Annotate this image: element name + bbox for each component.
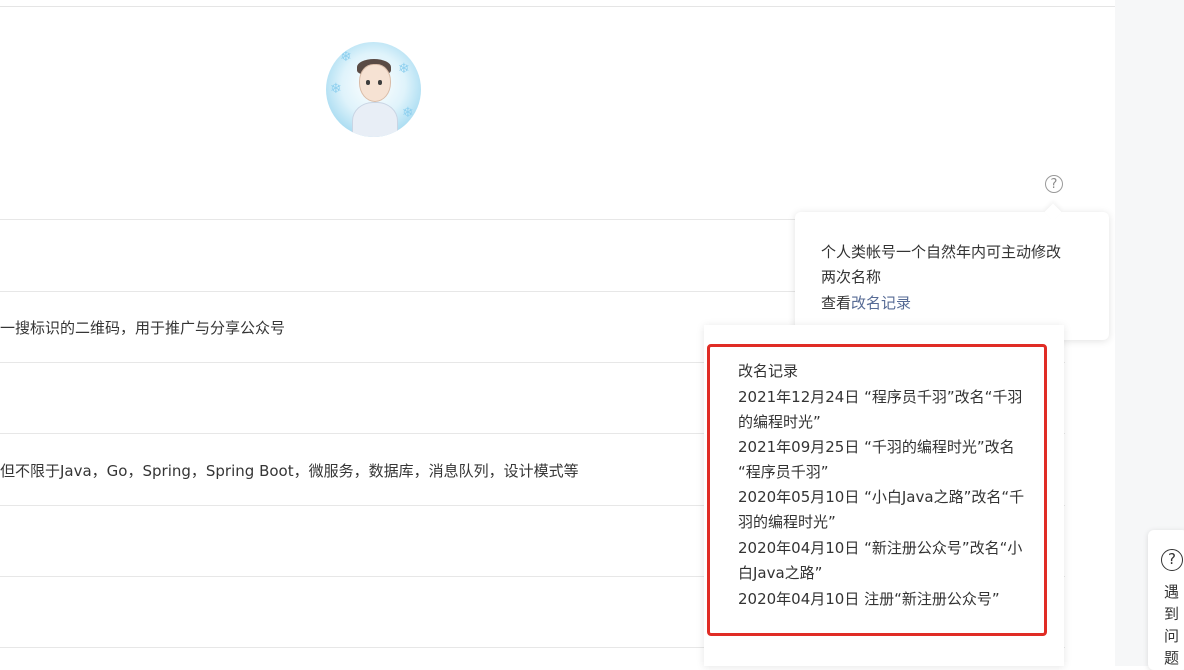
name-rule-line2: 两次名称: [821, 268, 882, 286]
snowflake-icon: ❄: [330, 81, 342, 97]
name-change-tooltip: 个人类帐号一个自然年内可主动修改 两次名称 查看改名记录: [795, 203, 1109, 340]
history-line: 2021年12月24日 “程序员千羽”改名“千羽: [738, 388, 1023, 406]
name-rule-line1: 个人类帐号一个自然年内可主动修改: [821, 243, 1062, 261]
history-line: “程序员千羽”: [738, 463, 829, 481]
snowflake-icon: ❄: [402, 105, 414, 121]
account-intro-text: 但不限于Java，Go，Spring，Spring Boot，微服务，数据库，消…: [0, 462, 579, 480]
history-line: 的编程时光”: [738, 413, 821, 431]
help-feedback-panel[interactable]: ? 遇到问题: [1148, 530, 1184, 670]
history-line: 2020年04月10日 注册“新注册公众号”: [738, 590, 1000, 608]
avatar-eye: [378, 80, 382, 85]
view-prefix: 查看: [821, 294, 852, 312]
rename-history-title: 改名记录: [738, 362, 799, 380]
avatar-eye: [366, 80, 370, 85]
history-line: 2021年09月25日 “千羽的编程时光”改名: [738, 438, 1015, 456]
name-help-icon[interactable]: ?: [1045, 175, 1063, 193]
snowflake-icon: ❄: [340, 49, 352, 65]
view-history-line: 查看改名记录: [821, 292, 911, 313]
qr-code-description: 一搜标识的二维码，用于推广与分享公众号: [0, 319, 286, 337]
history-line: 2020年04月10日 “新注册公众号”改名“小: [738, 539, 1023, 557]
account-avatar[interactable]: ❄ ❄ ❄ ❄ ❄: [326, 42, 421, 137]
help-label: 遇到问题: [1164, 583, 1180, 667]
question-icon: ?: [1161, 549, 1183, 571]
tooltip-arrow: [1044, 203, 1062, 221]
avatar-body: [352, 102, 398, 137]
history-line: 白Java之路”: [738, 564, 823, 582]
history-line: 2020年05月10日 “小白Java之路”改名“千: [738, 488, 1025, 506]
rename-history-link[interactable]: 改名记录: [851, 294, 911, 312]
top-divider: [0, 6, 1115, 7]
avatar-face: [359, 64, 391, 102]
snowflake-icon: ❄: [398, 61, 410, 77]
history-line: 羽的编程时光”: [738, 513, 836, 531]
